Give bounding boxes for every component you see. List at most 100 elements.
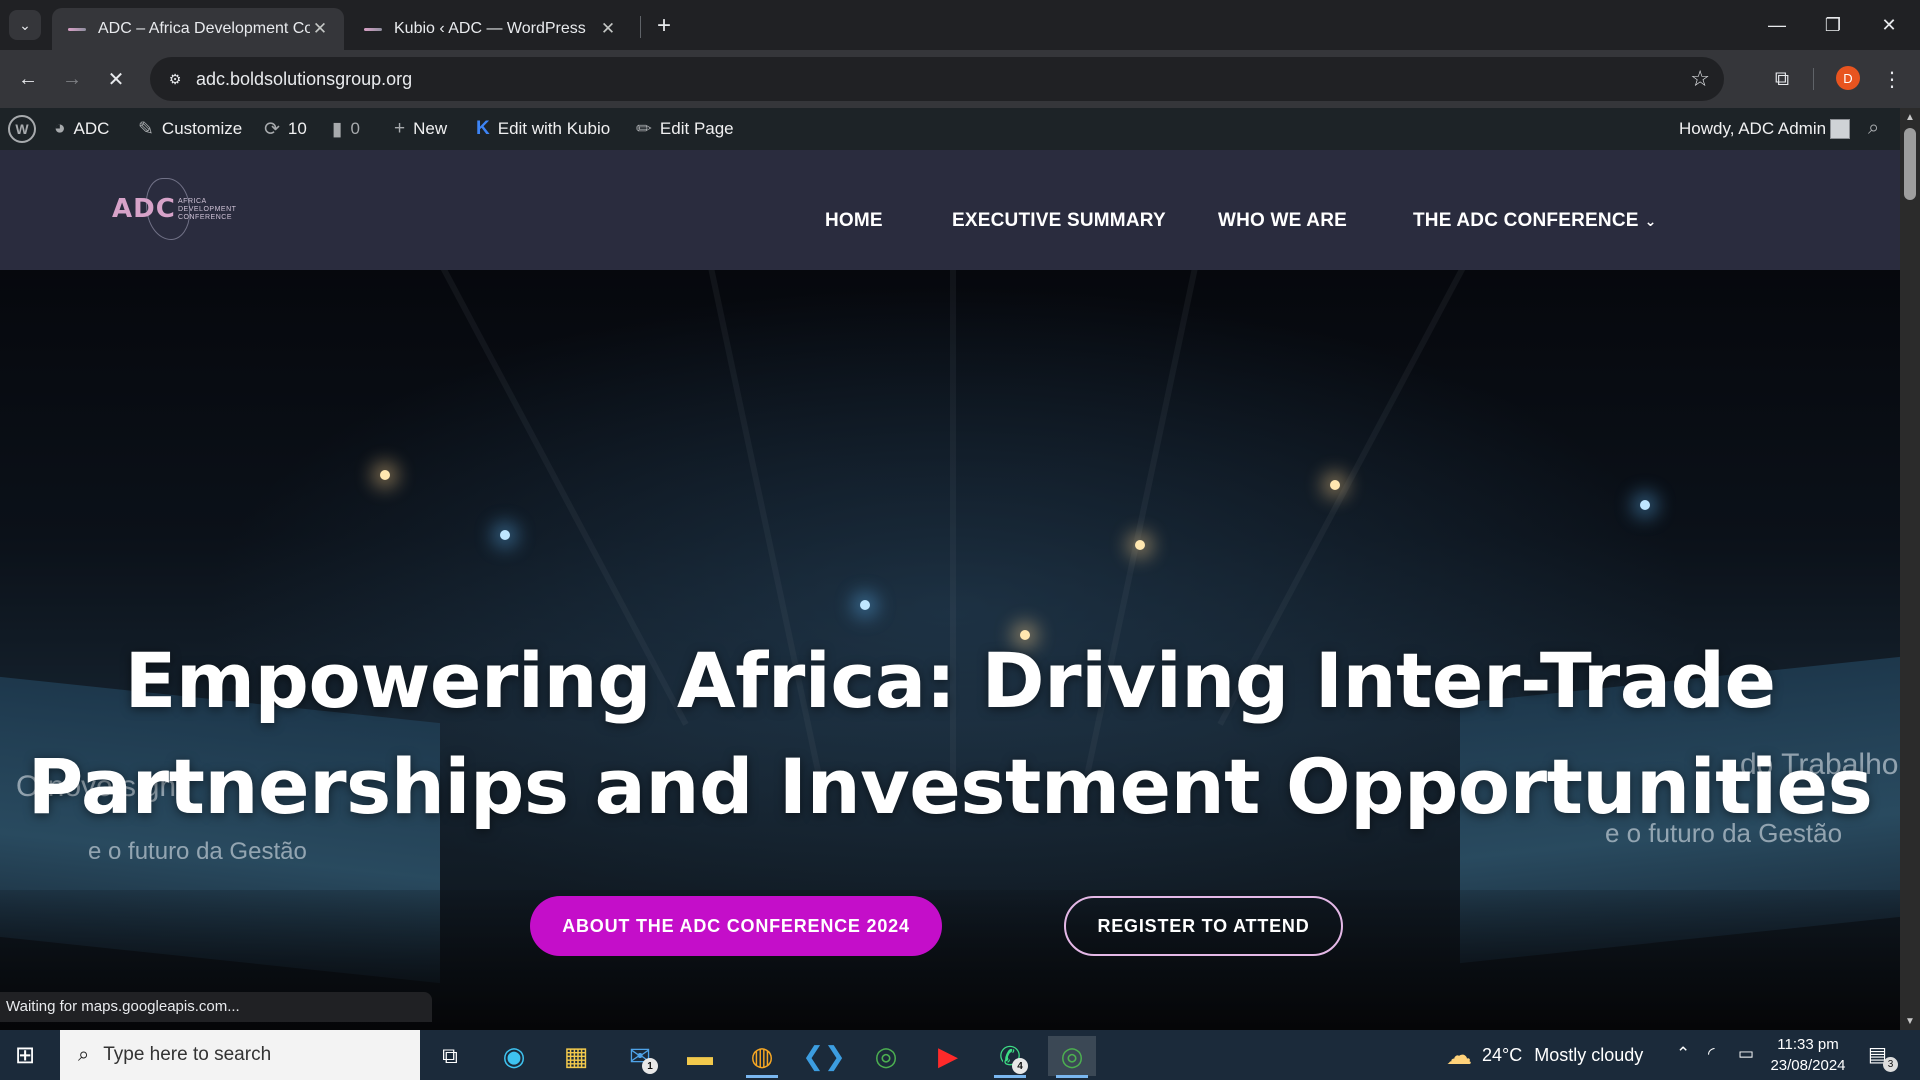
- hero-title-line1: Empowering Africa: Driving Inter-Trade: [124, 636, 1776, 725]
- restore-button[interactable]: ❐: [1810, 8, 1856, 42]
- windows-start-icon[interactable]: ⊞: [12, 1042, 38, 1069]
- stage-light: [1640, 500, 1650, 510]
- youtube-icon[interactable]: ▶: [924, 1036, 972, 1076]
- nav-home[interactable]: HOME: [825, 210, 883, 232]
- browser-toolbar: ← → ✕ ⚙ adc.boldsolutionsgroup.org ☆ ⧉ D…: [0, 50, 1920, 108]
- paintbrush-icon: ✎: [138, 118, 154, 140]
- kubio-icon: K: [476, 118, 490, 139]
- taskbar-search-box[interactable]: ⌕ Type here to search: [60, 1030, 420, 1080]
- logo-text: ADC: [112, 194, 176, 224]
- chrome-canary-icon[interactable]: ◍: [738, 1036, 786, 1078]
- tab-adc[interactable]: ADC – Africa Development Con ✕: [52, 8, 344, 50]
- page-scrollbar[interactable]: ▲ ▼: [1900, 108, 1920, 1030]
- wp-comments-count: 0: [350, 119, 360, 138]
- wp-new-label: New: [413, 119, 448, 138]
- chrome-profile-icon[interactable]: ◎: [1048, 1036, 1096, 1078]
- pencil-icon: ✏: [636, 118, 652, 140]
- tab-kubio[interactable]: Kubio ‹ ADC — WordPress ✕: [348, 8, 632, 50]
- logo-sub-line: CONFERENCE: [178, 214, 233, 221]
- hero-title-line2: Partnerships and Investment Opportunitie…: [27, 742, 1873, 831]
- taskbar-search-placeholder: Type here to search: [103, 1044, 272, 1065]
- task-view-icon[interactable]: ⧉: [426, 1036, 474, 1076]
- wp-edit-with-kubio[interactable]: K Edit with Kubio: [476, 108, 610, 150]
- browser-menu-icon[interactable]: ⋮: [1880, 62, 1904, 96]
- scrollbar-thumb[interactable]: [1904, 128, 1916, 200]
- wp-edit-page-label: Edit Page: [659, 119, 734, 138]
- wp-updates-count: 10: [287, 119, 307, 138]
- wp-customize[interactable]: ✎ Customize: [138, 108, 242, 150]
- address-bar[interactable]: ⚙ adc.boldsolutionsgroup.org ☆: [150, 57, 1724, 101]
- wp-admin-bar: W ◕ ADC ✎ Customize ⟳ 10 ▮ 0 + New K Edi…: [0, 108, 1900, 150]
- scroll-down-arrow-icon[interactable]: ▼: [1900, 1012, 1920, 1030]
- whatsapp-badge: 4: [1012, 1058, 1028, 1074]
- microsoft-store-icon[interactable]: ▦: [552, 1036, 600, 1076]
- show-hidden-icons-chevron-icon[interactable]: ⌃: [1676, 1044, 1690, 1064]
- forward-button[interactable]: →: [56, 63, 88, 95]
- kubio-favicon-icon: [364, 23, 382, 35]
- scroll-up-arrow-icon[interactable]: ▲: [1900, 108, 1920, 126]
- updates-refresh-icon: ⟳: [264, 118, 280, 140]
- wp-site-name: ADC: [73, 119, 110, 138]
- search-icon[interactable]: ⌕: [1868, 117, 1879, 140]
- wp-user-avatar[interactable]: [1830, 119, 1850, 139]
- bookmark-star-icon[interactable]: ☆: [1690, 66, 1710, 92]
- file-explorer-icon[interactable]: ▬: [676, 1036, 724, 1076]
- mail-badge: 1: [642, 1058, 658, 1074]
- browser-status-bubble: Waiting for maps.googleapis.com...: [0, 992, 432, 1022]
- wifi-icon[interactable]: ◜: [1708, 1044, 1715, 1064]
- plus-icon: +: [394, 118, 406, 139]
- weather-widget[interactable]: ☁ 24°C Mostly cloudy: [1446, 1030, 1643, 1080]
- page-viewport: W ◕ ADC ✎ Customize ⟳ 10 ▮ 0 + New K Edi…: [0, 108, 1900, 1030]
- weather-temp: 24°C: [1482, 1044, 1523, 1065]
- wp-edit-page[interactable]: ✏ Edit Page: [636, 108, 734, 150]
- notifications-icon[interactable]: ▤ 3: [1868, 1042, 1898, 1072]
- about-conference-button[interactable]: ABOUT THE ADC CONFERENCE 2024: [530, 896, 942, 956]
- site-header: ADC AFRICA DEVELOPMENT CONFERENCE HOME E…: [0, 150, 1900, 270]
- back-button[interactable]: ←: [12, 63, 44, 95]
- mail-icon[interactable]: ✉ 1: [616, 1036, 664, 1076]
- wp-customize-label: Customize: [161, 119, 243, 138]
- search-icon: ⌕: [78, 1043, 90, 1066]
- stage-light: [1330, 480, 1340, 490]
- dashboard-gauge-icon: ◕: [54, 118, 66, 139]
- register-to-attend-button[interactable]: REGISTER TO ATTEND: [1064, 896, 1343, 956]
- wp-updates[interactable]: ⟳ 10: [264, 108, 307, 150]
- site-logo[interactable]: ADC AFRICA DEVELOPMENT CONFERENCE: [112, 176, 252, 246]
- wp-kubio-label: Edit with Kubio: [497, 119, 611, 138]
- cloudy-weather-icon: ☁: [1446, 1039, 1472, 1070]
- site-info-icon[interactable]: ⚙: [164, 68, 186, 90]
- tab-search-button[interactable]: ⌄: [9, 10, 41, 40]
- chevron-down-icon: ⌄: [1644, 213, 1657, 229]
- windows-taskbar: ⊞ ⌕ Type here to search ⧉ ◉ ▦ ✉ 1 ▬ ◍ ❮❯ …: [0, 1030, 1920, 1080]
- close-window-button[interactable]: ✕: [1866, 8, 1912, 42]
- edge-browser-icon[interactable]: ◉: [490, 1036, 538, 1076]
- nav-executive-summary[interactable]: EXECUTIVE SUMMARY: [952, 210, 1166, 232]
- chrome-icon[interactable]: ◎: [862, 1036, 910, 1076]
- profile-avatar[interactable]: D: [1836, 66, 1860, 90]
- extensions-puzzle-icon[interactable]: ⧉: [1765, 62, 1799, 96]
- nav-the-adc-conference[interactable]: THE ADC CONFERENCE ⌄: [1413, 210, 1657, 232]
- wp-site-menu[interactable]: ◕ ADC: [54, 108, 109, 150]
- tab-title: Kubio ‹ ADC — WordPress: [394, 20, 586, 37]
- system-clock[interactable]: 11:33 pm 23/08/2024: [1760, 1034, 1856, 1076]
- wp-new[interactable]: + New: [394, 108, 447, 150]
- nav-who-we-are[interactable]: WHO WE ARE: [1218, 210, 1347, 232]
- logo-subtitle: AFRICA DEVELOPMENT CONFERENCE: [178, 198, 236, 222]
- logo-sub-line: DEVELOPMENT: [178, 206, 237, 213]
- close-tab-icon[interactable]: ✕: [310, 19, 330, 39]
- url-text[interactable]: adc.boldsolutionsgroup.org: [196, 69, 412, 90]
- stage-light: [1135, 540, 1145, 550]
- battery-icon[interactable]: ▭: [1738, 1044, 1754, 1064]
- vscode-icon[interactable]: ❮❯: [800, 1036, 848, 1076]
- stop-loading-button[interactable]: ✕: [100, 63, 132, 95]
- whatsapp-icon[interactable]: ✆ 4: [986, 1036, 1034, 1078]
- minimize-button[interactable]: —: [1754, 8, 1800, 42]
- comment-bubble-icon: ▮: [332, 118, 343, 140]
- nav-conference-label: THE ADC CONFERENCE: [1413, 210, 1639, 231]
- tab-divider: [640, 16, 641, 38]
- close-tab-icon[interactable]: ✕: [598, 19, 618, 39]
- wordpress-logo-icon[interactable]: W: [8, 115, 36, 143]
- new-tab-button[interactable]: +: [650, 12, 678, 40]
- wp-comments[interactable]: ▮ 0: [332, 108, 360, 150]
- wp-account-menu[interactable]: Howdy, ADC Admin: [1679, 108, 1826, 150]
